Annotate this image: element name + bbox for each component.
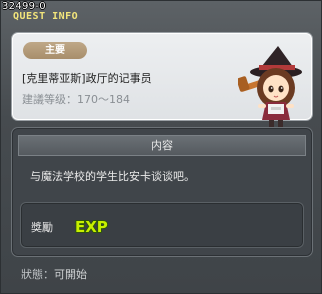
reward-box: 獎勵 EXP	[20, 202, 304, 248]
status-value: 可開始	[54, 268, 87, 281]
quest-summary-panel: 主要 [克里蒂亚斯]政厅的记事员 建議等级：170～184	[11, 32, 313, 130]
exp-icon: EXP	[74, 217, 108, 236]
window-title: QUEST INFO	[13, 11, 79, 22]
status-line: 狀態：可開始	[21, 266, 87, 282]
content-header: 内容	[18, 135, 306, 156]
npc-witch-portrait	[238, 46, 302, 130]
recommended-level: 建議等级：170～184	[22, 93, 130, 106]
quest-description: 与魔法学校的学生比安卡谈谈吧。	[30, 170, 195, 183]
reward-label: 獎勵	[31, 221, 53, 234]
content-panel: 内容 与魔法学校的学生比安卡谈谈吧。 獎勵 EXP	[11, 127, 313, 257]
category-badge: 主要	[23, 42, 87, 59]
quest-name: [克里蒂亚斯]政厅的记事员	[22, 72, 152, 85]
status-label: 狀態：	[21, 268, 54, 281]
quest-info-window: 32499-0 QUEST INFO 主要 [克里蒂亚斯]政厅的记事员 建議等级…	[0, 0, 322, 294]
exp-icon-text: EXP	[75, 218, 108, 236]
